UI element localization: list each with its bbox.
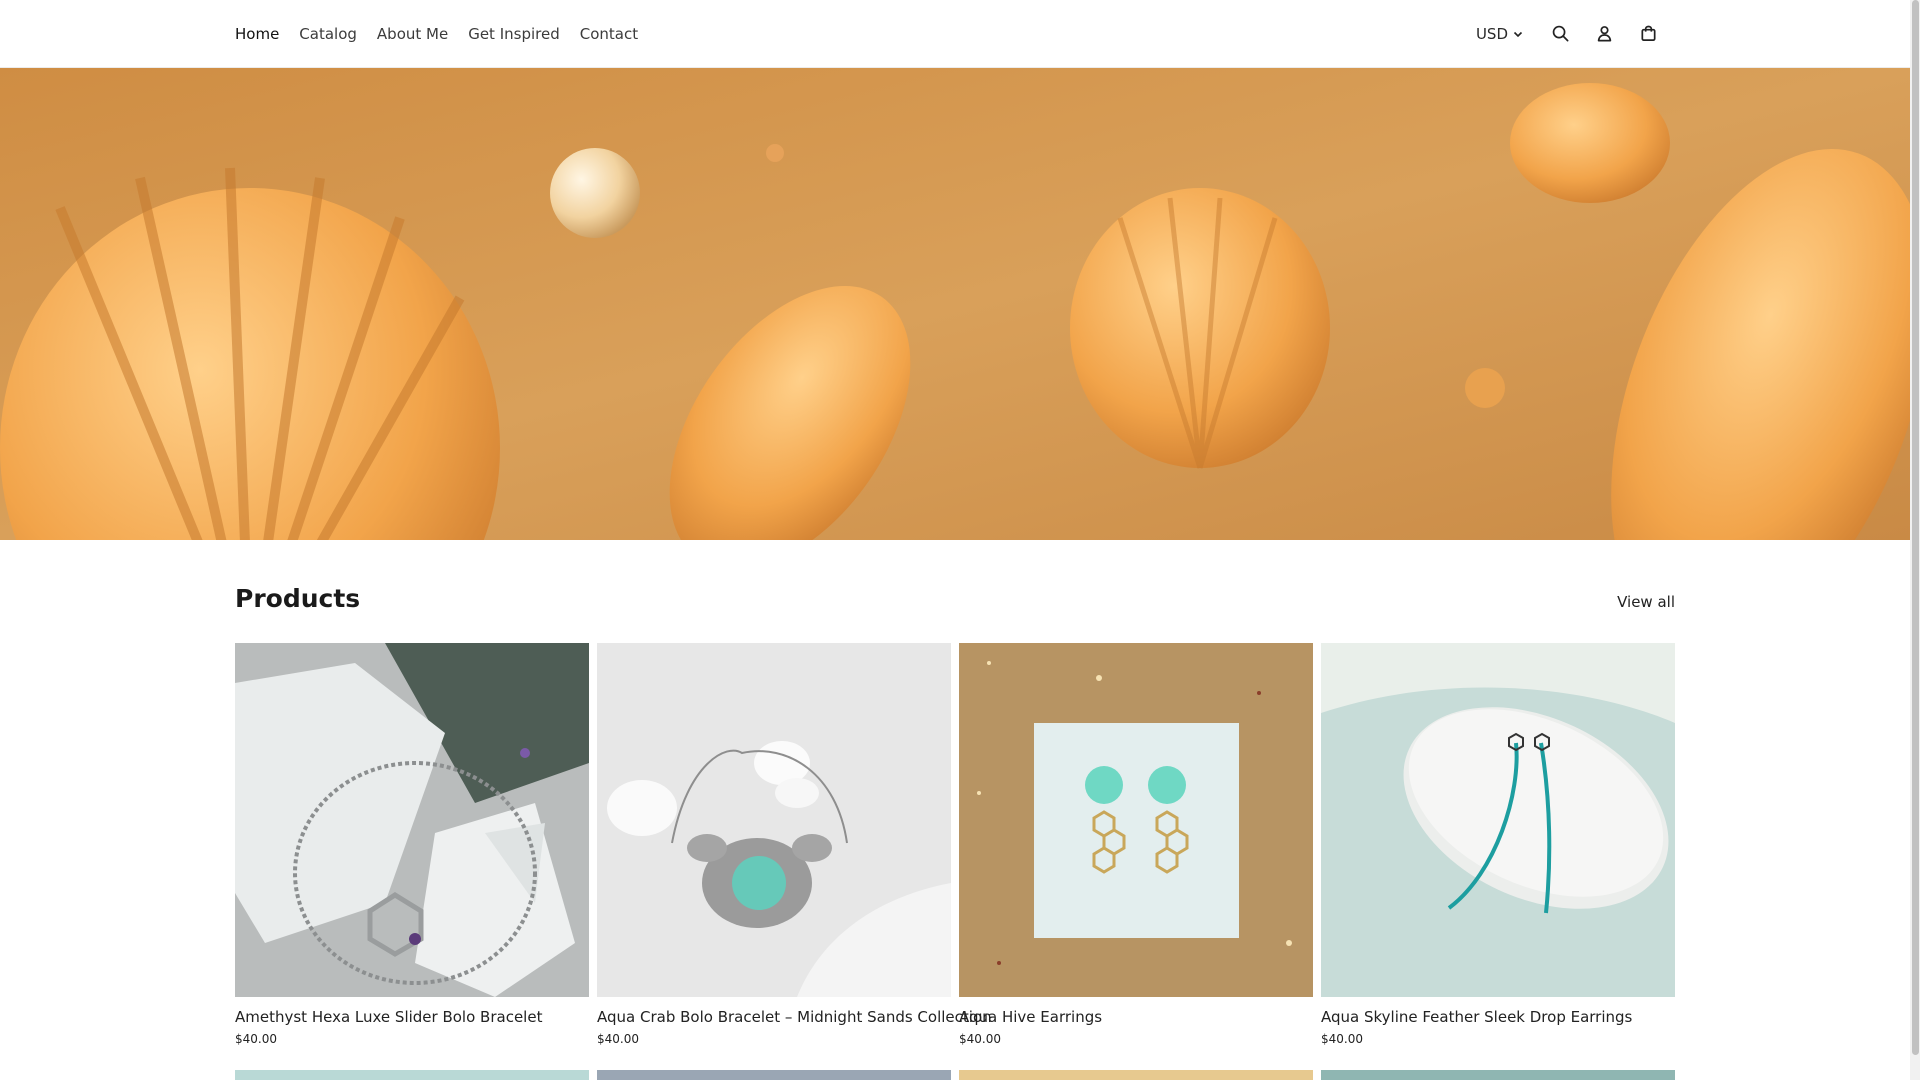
product-image[interactable] (597, 1070, 951, 1080)
cart-button[interactable] (1626, 12, 1670, 56)
hero-seashells-image (0, 68, 1910, 540)
site-header: Home Catalog About Me Get Inspired Conta… (0, 0, 1910, 68)
chevron-down-icon (1513, 31, 1523, 37)
product-title[interactable]: Amethyst Hexa Luxe Slider Bolo Bracelet (235, 1008, 589, 1026)
search-icon (1552, 25, 1568, 42)
product-grid-next-row (235, 1070, 1675, 1080)
products-section-header: Products View all (235, 584, 1675, 618)
crab-bracelet-photo (597, 643, 951, 997)
search-button[interactable] (1538, 12, 1582, 56)
page-scrollbar[interactable] (1910, 0, 1920, 1080)
page-viewport: Home Catalog About Me Get Inspired Conta… (0, 0, 1910, 1080)
nav-home[interactable]: Home (235, 25, 279, 43)
view-all-link[interactable]: View all (1617, 593, 1675, 611)
product-image[interactable] (1321, 643, 1675, 997)
currency-selector[interactable]: USD (1476, 25, 1524, 43)
hive-earrings-photo (959, 643, 1313, 997)
cart-icon (1640, 25, 1656, 42)
currency-label: USD (1475, 24, 1508, 43)
product-card[interactable]: Aqua Crab Bolo Bracelet – Midnight Sands… (597, 643, 992, 1046)
product-card[interactable]: Amethyst Hexa Luxe Slider Bolo Bracelet … (235, 643, 589, 1046)
product-title[interactable]: Aqua Skyline Feather Sleek Drop Earrings (1321, 1008, 1675, 1026)
nav-catalog[interactable]: Catalog (299, 25, 357, 43)
bracelet-photo (235, 643, 589, 997)
main-nav: Home Catalog About Me Get Inspired Conta… (235, 0, 638, 67)
product-price: $40.00 (1321, 1032, 1363, 1046)
account-icon (1597, 26, 1611, 42)
account-button[interactable] (1582, 12, 1626, 56)
product-title[interactable]: Aqua Hive Earrings (959, 1008, 1313, 1026)
product-price: $40.00 (959, 1032, 1001, 1046)
product-image[interactable] (959, 643, 1313, 997)
product-image[interactable] (235, 1070, 589, 1080)
products-heading: Products (235, 584, 361, 613)
product-image[interactable] (235, 643, 589, 997)
scrollbar-thumb[interactable] (1912, 0, 1919, 1055)
product-title[interactable]: Aqua Crab Bolo Bracelet – Midnight Sands… (597, 1008, 992, 1026)
product-price: $40.00 (235, 1032, 277, 1046)
feather-earrings-photo (1321, 643, 1675, 997)
nav-contact[interactable]: Contact (580, 25, 638, 43)
product-card[interactable]: Aqua Skyline Feather Sleek Drop Earrings… (1321, 643, 1675, 1046)
header-actions: USD (1476, 0, 1670, 67)
hero-banner (0, 68, 1910, 540)
product-price: $40.00 (597, 1032, 639, 1046)
product-grid: Amethyst Hexa Luxe Slider Bolo Bracelet … (235, 643, 1675, 1046)
nav-get-inspired[interactable]: Get Inspired (468, 25, 560, 43)
product-image[interactable] (959, 1070, 1313, 1080)
product-image[interactable] (1321, 1070, 1675, 1080)
product-image[interactable] (597, 643, 951, 997)
nav-about-me[interactable]: About Me (377, 25, 448, 43)
product-card[interactable]: Aqua Hive Earrings $40.00 (959, 643, 1313, 1046)
